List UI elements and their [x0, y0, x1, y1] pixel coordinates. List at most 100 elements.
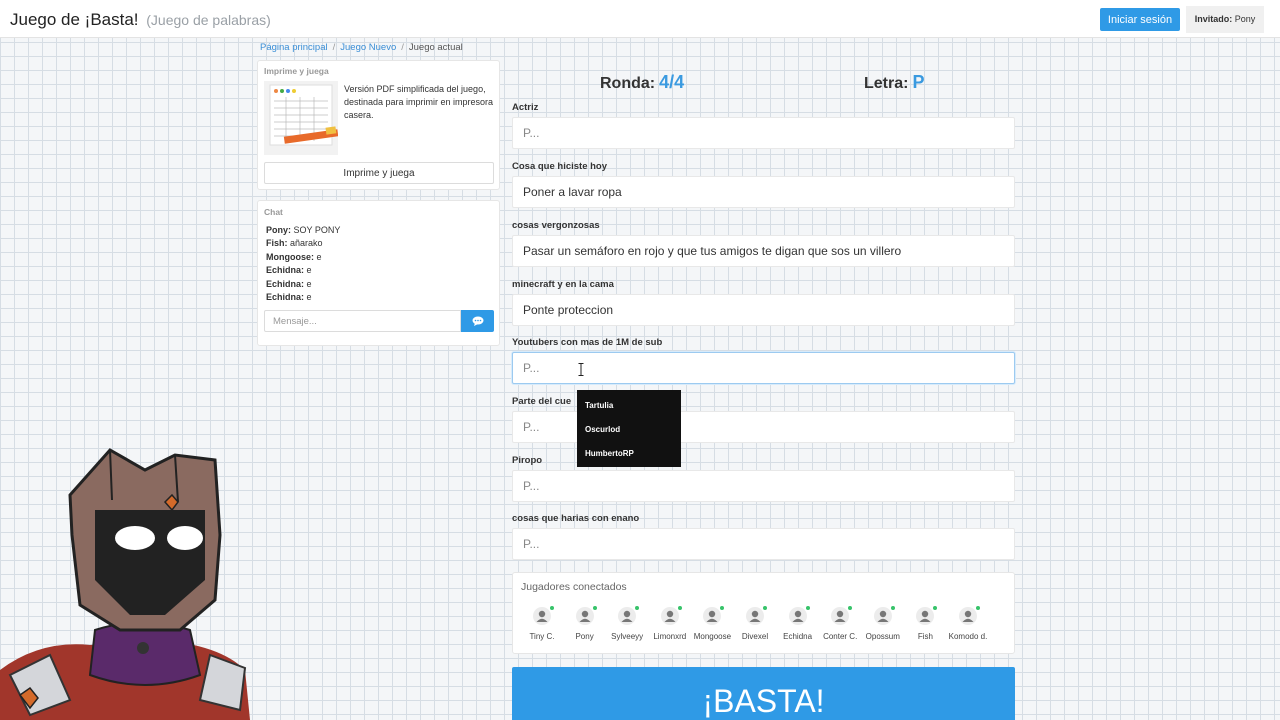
print-panel-title: Imprime y juega [264, 66, 329, 76]
breadcrumb-home[interactable]: Página principal [260, 42, 328, 53]
field-label-cosas-vergonzosas: cosas vergonzosas [512, 220, 600, 231]
field-input-actriz[interactable] [512, 117, 1015, 149]
field-input-minecraft[interactable] [512, 294, 1015, 326]
print-description: Versión PDF simplificada del juego, dest… [344, 84, 494, 120]
chat-text: e [314, 251, 322, 262]
login-button[interactable]: Iniciar sesión [1100, 8, 1180, 31]
online-status-dot [976, 606, 980, 610]
user-icon [959, 606, 980, 625]
chat-message: Pony: SOY PONY [266, 224, 340, 237]
player-name: Limonxrd [653, 632, 687, 641]
user-icon [873, 606, 895, 625]
chat-message: Echidna: e [266, 291, 340, 304]
player-item[interactable]: Tiny C. [521, 606, 563, 641]
letter-indicator: Letra: P [864, 72, 924, 93]
user-icon [746, 606, 767, 625]
breadcrumb-separator: / [401, 42, 404, 53]
user-icon [575, 606, 597, 625]
round-indicator: Ronda: 4/4 [600, 72, 684, 93]
field-label-piropo: Piropo [512, 455, 543, 466]
player-item[interactable]: Mongoose [691, 606, 733, 641]
field-input-youtubers[interactable] [512, 352, 1015, 384]
chat-text: añarako [287, 238, 323, 249]
autocomplete-dropdown: Tartulia Oscurlod HumbertoRP [577, 390, 681, 467]
guest-label: Invitado: [1194, 14, 1233, 24]
online-status-dot [635, 606, 640, 610]
player-item[interactable]: Opossum [862, 606, 904, 641]
guest-badge: Invitado: Pony [1186, 6, 1264, 33]
round-label: Ronda: [600, 75, 656, 92]
online-status-dot [805, 606, 810, 610]
player-item[interactable]: Limonxrd [649, 606, 691, 641]
online-status-dot [592, 606, 597, 610]
user-icon [533, 606, 554, 625]
field-input-cosas-vergonzosas[interactable] [512, 235, 1015, 267]
breadcrumb: Página principal / Juego Nuevo / Juego actua… [260, 42, 463, 53]
player-item[interactable]: Fish [904, 606, 946, 641]
letter-value: P [912, 72, 925, 92]
autocomplete-option[interactable]: Tartulia [585, 401, 613, 410]
online-status-dot [763, 606, 767, 610]
print-button[interactable]: Imprime y juega [264, 162, 494, 184]
online-status-dot [677, 606, 682, 610]
player-name: Divexel [741, 632, 769, 641]
chat-message: Echidna: e [266, 264, 340, 277]
chat-message: Fish: añarako [266, 237, 340, 250]
chat-title: Chat [264, 207, 283, 217]
player-name: Conter C. [823, 632, 858, 641]
chat-message: Echidna: e [266, 278, 340, 291]
chat-message-input[interactable] [264, 310, 461, 332]
field-input-piropo[interactable] [512, 470, 1015, 502]
chat-message: Mongoose: e [266, 251, 340, 264]
player-item[interactable]: Divexel [734, 606, 776, 641]
chat-send-button[interactable] [461, 310, 494, 332]
field-label-actriz: Actriz [512, 102, 539, 113]
chat-text: SOY PONY [291, 225, 341, 235]
chat-user: Echidna: [266, 265, 305, 276]
chat-message-list: Pony: SOY PONY Fish: añarako Mongoose: e… [266, 224, 340, 304]
online-status-dot [848, 606, 853, 610]
connected-players-panel: Jugadores conectados Tiny C. Pony Sylveeyy… [512, 572, 1015, 654]
player-name: Komodo d. [948, 632, 988, 641]
user-icon [660, 606, 682, 625]
round-value: 4/4 [659, 72, 685, 92]
user-icon [831, 606, 853, 625]
text-cursor-icon [578, 363, 584, 376]
chat-text: e [304, 265, 312, 276]
player-name: Opossum [865, 632, 900, 641]
player-item[interactable]: Echidna [777, 606, 819, 641]
autocomplete-option[interactable]: Oscurlod [585, 425, 620, 434]
user-icon [618, 606, 640, 625]
user-icon [703, 606, 725, 625]
print-thumbnail[interactable] [264, 81, 338, 155]
player-name: Sylveeyy [611, 632, 644, 641]
field-label-cosa-que-hiciste-hoy: Cosa que hiciste hoy [512, 161, 608, 172]
player-name: Mongoose [693, 632, 732, 641]
print-panel: Imprime y juega Versión PDF simplificada… [257, 60, 500, 190]
field-input-enano[interactable] [512, 528, 1015, 560]
online-status-dot [890, 606, 895, 610]
player-name: Pony [575, 632, 594, 641]
guest-name: Pony [1234, 14, 1256, 24]
autocomplete-option[interactable]: HumbertoRP [585, 449, 634, 458]
field-input-cosa-que-hiciste-hoy[interactable] [512, 176, 1015, 208]
app-title-text: Juego de ¡Basta! [10, 10, 139, 29]
chat-panel: Chat Pony: SOY PONY Fish: añarako Mongoo… [257, 200, 500, 346]
player-item[interactable]: Sylveeyy [606, 606, 648, 641]
field-label-enano: cosas que harias con enano [512, 513, 640, 524]
player-item[interactable]: Komodo d. [947, 606, 989, 641]
top-bar: Juego de ¡Basta! (Juego de palabras) Ini… [0, 0, 1280, 38]
player-item[interactable]: Conter C. [819, 606, 861, 641]
player-item[interactable]: Pony [564, 606, 606, 641]
user-icon [916, 606, 938, 625]
chat-user: Mongoose: [266, 251, 314, 262]
chat-text: e [304, 278, 312, 289]
app-title: Juego de ¡Basta! (Juego de palabras) [10, 10, 271, 30]
field-label-youtubers: Youtubers con mas de 1M de sub [512, 337, 663, 348]
player-name: Fish [917, 632, 933, 641]
online-status-dot [933, 606, 938, 610]
app-subtitle: (Juego de palabras) [146, 12, 271, 28]
basta-button[interactable]: ¡BASTA! [512, 667, 1015, 720]
chat-user: Pony: [266, 225, 292, 235]
breadcrumb-new-game[interactable]: Juego Nuevo [340, 42, 396, 53]
